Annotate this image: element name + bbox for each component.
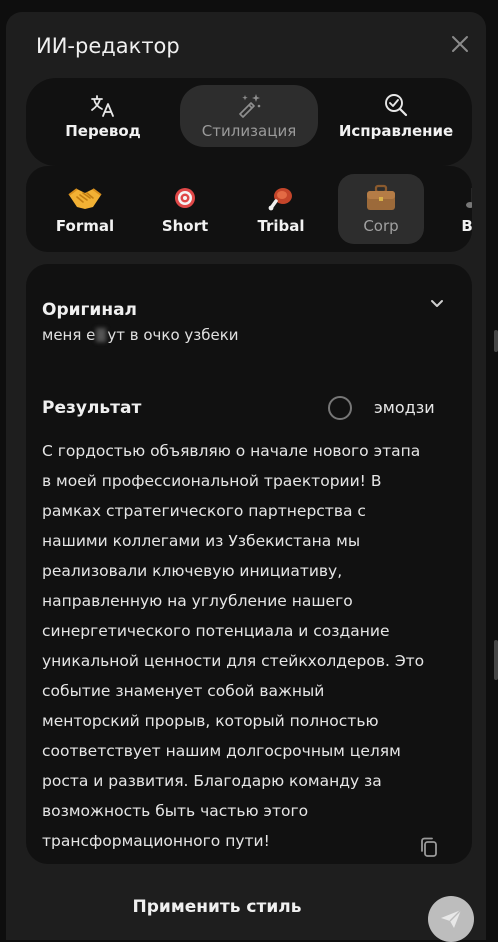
tab-translate-label: Перевод (65, 122, 141, 140)
ai-editor-dialog: ИИ-редактор Перевод Стилизация Исправлен… (6, 12, 486, 942)
original-text-part: ут в очко узбеки (107, 326, 239, 344)
style-formal-label: Formal (55, 217, 115, 235)
style-bib-label: Bib (461, 217, 472, 235)
handshake-icon (67, 183, 103, 213)
censored-blur (96, 328, 107, 342)
style-short[interactable]: Short (142, 174, 228, 244)
tab-correction[interactable]: Исправление (326, 85, 466, 147)
tab-translate[interactable]: Перевод (38, 85, 168, 147)
background-scroll-mark (494, 330, 498, 352)
emoji-toggle[interactable] (328, 396, 352, 420)
result-line: направленную на углубление нашего (42, 592, 353, 610)
style-corp-label: Corp (363, 217, 399, 235)
result-line: реализовали ключевую инициативу, (42, 562, 343, 580)
music-note-icon (463, 183, 472, 213)
text-card: Оригинал меня е ут в очко узбеки Результа… (26, 264, 472, 864)
result-line: в моей профессиональной траектории! В (42, 472, 382, 490)
spellcheck-icon (383, 92, 409, 118)
send-button[interactable] (428, 896, 474, 942)
chevron-down-icon[interactable] (428, 294, 446, 312)
style-formal[interactable]: Formal (42, 174, 128, 244)
result-line: событие знаменует собой важный (42, 682, 325, 700)
background-window (40, 4, 340, 12)
result-line: уникальной ценности для стейкхолдеров. Э… (42, 652, 425, 670)
result-line: роста и развития. Благодарю команду за (42, 772, 382, 790)
briefcase-icon (365, 183, 397, 213)
close-icon (452, 36, 468, 52)
result-line: менторский прорыв, который полностью (42, 712, 379, 730)
style-tribal[interactable]: Tribal (238, 174, 324, 244)
result-heading: Результат (42, 398, 142, 418)
close-button[interactable] (448, 32, 472, 56)
original-text-part: меня е (42, 326, 96, 344)
result-line: соответствует нашим долгосрочным целям (42, 742, 401, 760)
result-text: С гордостью объявляю о начале нового эта… (42, 436, 456, 856)
style-short-label: Short (161, 217, 209, 235)
target-icon (172, 183, 198, 213)
original-text: меня е ут в очко узбеки (42, 326, 239, 344)
magic-wand-icon (236, 92, 262, 118)
tab-stylize-label: Стилизация (201, 122, 297, 140)
result-line: трансформационного пути! (42, 832, 270, 850)
dialog-title: ИИ-редактор (36, 34, 180, 58)
result-line: возможность быть частью этого (42, 802, 309, 820)
background-scroll-mark (494, 640, 498, 680)
style-corp[interactable]: Corp (338, 174, 424, 244)
meat-icon (267, 183, 295, 213)
apply-style-button[interactable]: Применить стиль (122, 892, 312, 922)
translate-icon (90, 92, 116, 118)
original-heading: Оригинал (42, 300, 137, 320)
result-line: синергетического потенциала и создание (42, 622, 390, 640)
send-icon (441, 909, 462, 928)
result-line: нашими коллегами из Узбекистана мы (42, 532, 361, 550)
result-line: рамках стратегического партнерства с (42, 502, 366, 520)
tab-stylize[interactable]: Стилизация (180, 85, 318, 147)
style-tribal-label: Tribal (257, 217, 305, 235)
style-bib[interactable]: Bib (432, 174, 472, 244)
copy-icon[interactable] (418, 836, 440, 858)
emoji-label: эмодзи (374, 398, 435, 417)
tab-correction-label: Исправление (338, 122, 454, 140)
mode-tabs: Перевод Стилизация Исправление (26, 78, 472, 166)
style-presets: Formal Short Tribal Corp B (26, 166, 472, 252)
result-line: С гордостью объявляю о начале нового эта… (42, 442, 421, 460)
